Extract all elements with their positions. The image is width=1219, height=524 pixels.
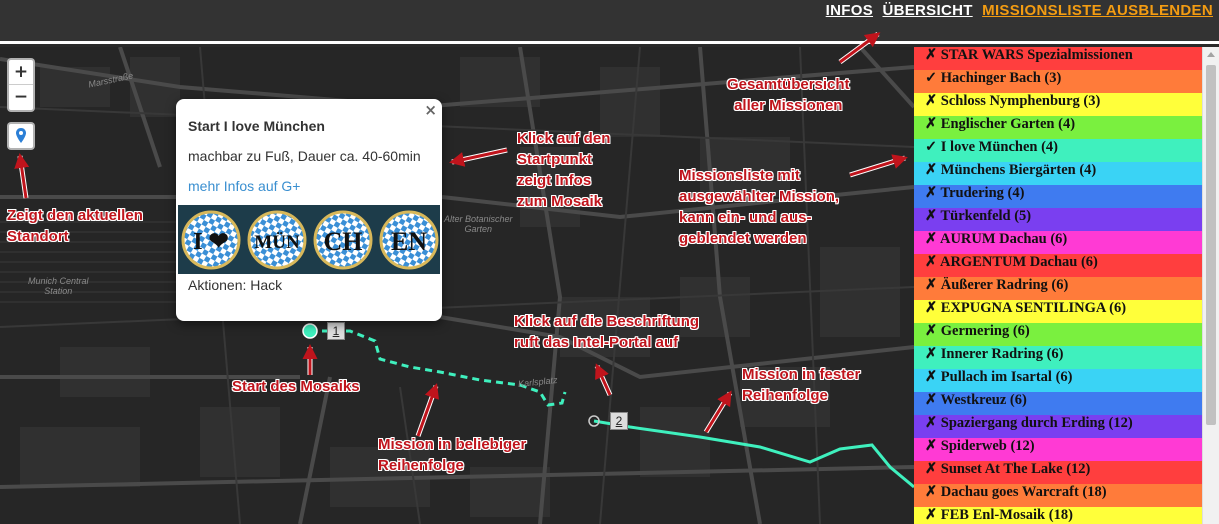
mission-list-item[interactable]: ✗ Germering (6) [914,323,1202,346]
annotation-label-click: Klick auf die Beschriftung ruft das Inte… [514,313,700,351]
mission-list-item[interactable]: ✓ Hachinger Bach (3) [914,70,1202,93]
banner-tile-2: MÜN [254,232,300,253]
mosaic-banner-image: I ❤ MÜN CH EN [181,210,439,270]
annotation-overview: Gesamtübersicht aller Missionen [727,76,850,114]
mission-list-item[interactable]: ✓ I love München (4) [914,139,1202,162]
annotation-start: Start des Mosaiks [232,378,360,395]
waypoint-label-2[interactable]: 2 [610,412,628,430]
locate-button[interactable] [7,122,35,150]
street-label-botanical-garden: Alter Botanischer Garten [444,214,513,234]
infos-link[interactable]: INFOS [826,2,873,19]
mission-list-item[interactable]: ✗ ARGENTUM Dachau (6) [914,254,1202,277]
popup-description: machbar zu Fuß, Dauer ca. 40-60min [188,148,421,164]
gplus-info-link[interactable]: mehr Infos auf G+ [188,178,300,194]
mission-list-item[interactable]: ✗ Schloss Nymphenburg (3) [914,93,1202,116]
top-bar: INFOS ÜBERSICHT MISSIONSLISTE AUSBLENDEN [0,0,1219,44]
banner-tile-1: I ❤ [193,229,228,255]
mission-list-item[interactable]: ✗ Spaziergang durch Erding (12) [914,415,1202,438]
waypoint-label-1[interactable]: 1 [327,322,345,340]
mission-list-item[interactable]: ✗ Münchens Biergärten (4) [914,162,1202,185]
mission-list: ✗ STAR WARS Spezialmissionen ✓ Hachinger … [914,47,1202,524]
close-icon[interactable]: × [424,101,437,119]
annotation-fixed-order: Mission in fester Reihenfolge [742,366,861,404]
mission-list-scrollbar[interactable] [1202,47,1219,524]
mission-list-item[interactable]: ✗ Westkreuz (6) [914,392,1202,415]
location-pin-icon [16,128,26,143]
mission-list-item[interactable]: ✗ Pullach im Isartal (6) [914,369,1202,392]
mission-list-item[interactable]: ✗ Äußerer Radring (6) [914,277,1202,300]
annotation-any-order: Mission in beliebiger Reihenfolge [378,436,527,474]
mission-list-item[interactable]: ✗ Sunset At The Lake (12) [914,461,1202,484]
annotation-start-click: Klick auf den Startpunkt zeigt Infos zum… [517,130,611,210]
scrollbar-thumb[interactable] [1206,65,1216,425]
mission-list-item[interactable]: ✗ FEB Enl-Mosaik (18) [914,507,1202,524]
mission-list-item[interactable]: ✗ AURUM Dachau (6) [914,231,1202,254]
mission-info-popup: × Start I love München machbar zu Fuß, D… [176,99,442,321]
mission-list-item[interactable]: ✗ Trudering (4) [914,185,1202,208]
overview-link[interactable]: ÜBERSICHT [882,2,972,19]
mission-list-item[interactable]: ✗ Spiderweb (12) [914,438,1202,461]
annotation-location: Zeigt den aktuellen Standort [7,207,143,245]
top-navigation: INFOS ÜBERSICHT MISSIONSLISTE AUSBLENDEN [821,2,1213,19]
annotation-mission-list: Missionsliste mit ausgewählter Mission, … [679,167,840,247]
mission-list-item[interactable]: ✗ Dachau goes Warcraft (18) [914,484,1202,507]
street-label-central-station: Munich Central Station [28,276,89,296]
zoom-out-button[interactable]: − [9,85,33,110]
zoom-in-button[interactable]: + [9,60,33,85]
mission-list-item[interactable]: ✗ Türkenfeld (5) [914,208,1202,231]
hide-mission-list-link[interactable]: MISSIONSLISTE AUSBLENDEN [982,2,1213,19]
scroll-up-icon[interactable] [1207,52,1215,57]
mission-list-item[interactable]: ✗ Innerer Radring (6) [914,346,1202,369]
mosaic-banner: I ❤ MÜN CH EN [178,205,440,274]
banner-tile-4: EN [391,227,427,256]
mission-list-item[interactable]: ✗ EXPUGNA SENTILINGA (6) [914,300,1202,323]
popup-title: Start I love München [188,118,325,134]
zoom-control: + − [7,58,35,112]
mission-list-item[interactable]: ✗ STAR WARS Spezialmissionen [914,47,1202,70]
popup-actions: Aktionen: Hack [188,277,283,293]
mission-list-item[interactable]: ✗ Englischer Garten (4) [914,116,1202,139]
banner-tile-3: CH [324,227,363,256]
